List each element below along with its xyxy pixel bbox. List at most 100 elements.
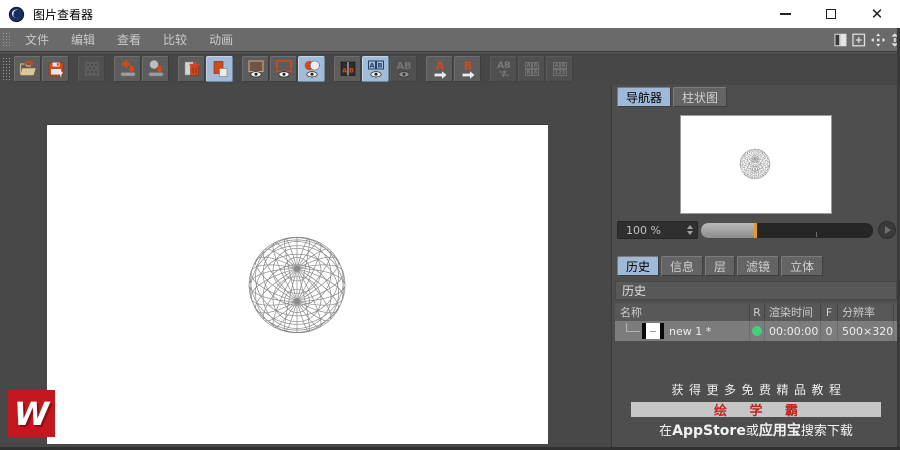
ad-text-prefix: 在	[659, 424, 673, 439]
column-f: F	[821, 303, 838, 321]
tab-histogram[interactable]: 柱状图	[673, 87, 728, 107]
open-button[interactable]	[14, 56, 41, 82]
menu-bar: 文件 编辑 查看 比较 动画	[0, 28, 900, 52]
svg-text:B: B	[533, 63, 537, 69]
close-icon: ✕	[870, 4, 884, 23]
tab-navigator[interactable]: 导航器	[617, 87, 672, 107]
viewport: W	[0, 85, 610, 450]
close-button[interactable]: ✕	[854, 0, 900, 28]
svg-text:123: 123	[554, 70, 565, 76]
render-status-icon	[752, 326, 762, 336]
ad-brand-name: 绘 学 霸	[713, 404, 808, 419]
window-title: 图片查看器	[33, 7, 94, 22]
split-ab-button[interactable]: AB	[334, 56, 361, 82]
detail-tabs: 历史 信息 层 滤镜 立体	[617, 256, 900, 276]
overlay-ab-button[interactable]: AB	[362, 56, 389, 82]
app-icon	[8, 6, 25, 22]
ad-brand-bar: 绘 学 霸	[631, 402, 881, 419]
svg-text:B: B	[561, 63, 565, 69]
svg-text:A: A	[435, 60, 444, 73]
render-name: new 1 *	[669, 324, 712, 338]
svg-text:A: A	[526, 63, 530, 69]
stepper-up-icon	[687, 225, 693, 229]
zoom-slider[interactable]	[701, 222, 873, 238]
set-b-button[interactable]: B	[454, 56, 481, 82]
menu-animation[interactable]: 动画	[201, 31, 241, 48]
image-canvas[interactable]	[47, 125, 548, 444]
minimize-button[interactable]	[762, 0, 808, 28]
tab-layer[interactable]: 层	[705, 256, 736, 276]
save-button[interactable]: ?	[42, 56, 69, 82]
zoom-level-value: 100 %	[626, 223, 661, 237]
layer-down-button[interactable]	[114, 56, 141, 82]
tab-stereo[interactable]: 立体	[781, 256, 824, 276]
ad-banner: 获得更多免费精品教程 绘 学 霸 在AppStore或应用宝搜索下载	[612, 381, 900, 440]
frame-value: 0	[821, 321, 838, 341]
ad-yingyongbao: 应用宝	[758, 423, 801, 439]
add-panel-icon[interactable]	[852, 33, 866, 47]
move-panel-icon[interactable]	[870, 32, 886, 47]
toolbar: ? A B A B AB A B AB A B B A A B 123	[0, 52, 900, 85]
cache-icon	[84, 62, 99, 76]
view-a-icon	[247, 60, 264, 78]
svg-text:B: B	[463, 60, 471, 73]
title-bar: 图片查看器 ✕	[0, 0, 900, 28]
menu-edit[interactable]: 编辑	[63, 31, 103, 48]
grid-frames-button: A B 123	[546, 56, 573, 82]
split-ab-icon: AB	[340, 61, 355, 76]
cache-button	[78, 56, 105, 82]
watermark-logo: W	[8, 390, 55, 437]
svg-text:B: B	[349, 67, 354, 75]
ad-text-or: 或	[745, 424, 759, 439]
grid-ab-button: ABBA	[518, 56, 545, 82]
resolution-value: 500×320	[838, 321, 894, 341]
history-table: 名称 R 渲染时间 F 分辨率 new 1 * 00:00:00 0 500×3…	[615, 303, 897, 341]
ad-slogan: 获得更多免费精品教程	[671, 383, 847, 397]
delete-image-icon	[184, 61, 199, 76]
svg-text:?: ?	[59, 71, 63, 79]
zoom-level-field[interactable]: 100 %	[617, 221, 698, 239]
maximize-icon	[826, 9, 836, 19]
svg-text:A: A	[554, 63, 558, 69]
compare-ab-button[interactable]	[298, 56, 325, 82]
view-b-button[interactable]	[270, 56, 297, 82]
zoom-controls: 100 %	[617, 220, 896, 240]
object-down-icon	[148, 59, 163, 77]
column-r: R	[750, 303, 765, 321]
set-b-icon: B	[462, 60, 474, 79]
zoom-stepper[interactable]	[687, 225, 693, 235]
menu-file[interactable]: 文件	[17, 31, 57, 48]
menu-view[interactable]: 查看	[109, 31, 149, 48]
tab-history[interactable]: 历史	[617, 256, 660, 276]
save-icon: ?	[48, 62, 63, 79]
navigator-preview[interactable]	[680, 115, 832, 214]
rendered-image	[248, 236, 346, 334]
tree-branch-icon	[626, 323, 640, 332]
ad-text-suffix: 搜索下载	[800, 424, 853, 439]
history-row[interactable]: new 1 * 00:00:00 0 500×320	[615, 321, 897, 341]
svg-text:AB: AB	[396, 61, 411, 72]
stepper-down-icon	[687, 231, 693, 235]
history-table-header: 名称 R 渲染时间 F 分辨率	[615, 303, 897, 321]
split-pane-icon[interactable]	[834, 33, 847, 47]
duplicate-image-button[interactable]	[206, 56, 233, 82]
tab-filter[interactable]: 滤镜	[737, 256, 780, 276]
set-a-button[interactable]: A	[426, 56, 453, 82]
tab-info[interactable]: 信息	[661, 256, 704, 276]
swap-ab-icon: AB	[497, 61, 511, 77]
compare-ab-icon	[304, 60, 320, 78]
zoom-slider-thumb[interactable]	[754, 222, 758, 238]
toolbar-grip[interactable]	[2, 57, 11, 81]
column-name: 名称	[615, 303, 750, 321]
menu-grip[interactable]	[2, 31, 11, 48]
render-time-value: 00:00:00	[765, 321, 821, 341]
delete-image-button[interactable]	[178, 56, 205, 82]
zoom-slider-tick	[816, 231, 818, 237]
slider-options-button[interactable]	[878, 221, 896, 239]
ad-appstore: AppStore	[672, 423, 746, 439]
view-a-button[interactable]	[242, 56, 269, 82]
menu-compare[interactable]: 比较	[155, 31, 195, 48]
object-down-button[interactable]	[142, 56, 169, 82]
maximize-button[interactable]	[808, 0, 854, 28]
column-resolution: 分辨率	[838, 303, 894, 321]
